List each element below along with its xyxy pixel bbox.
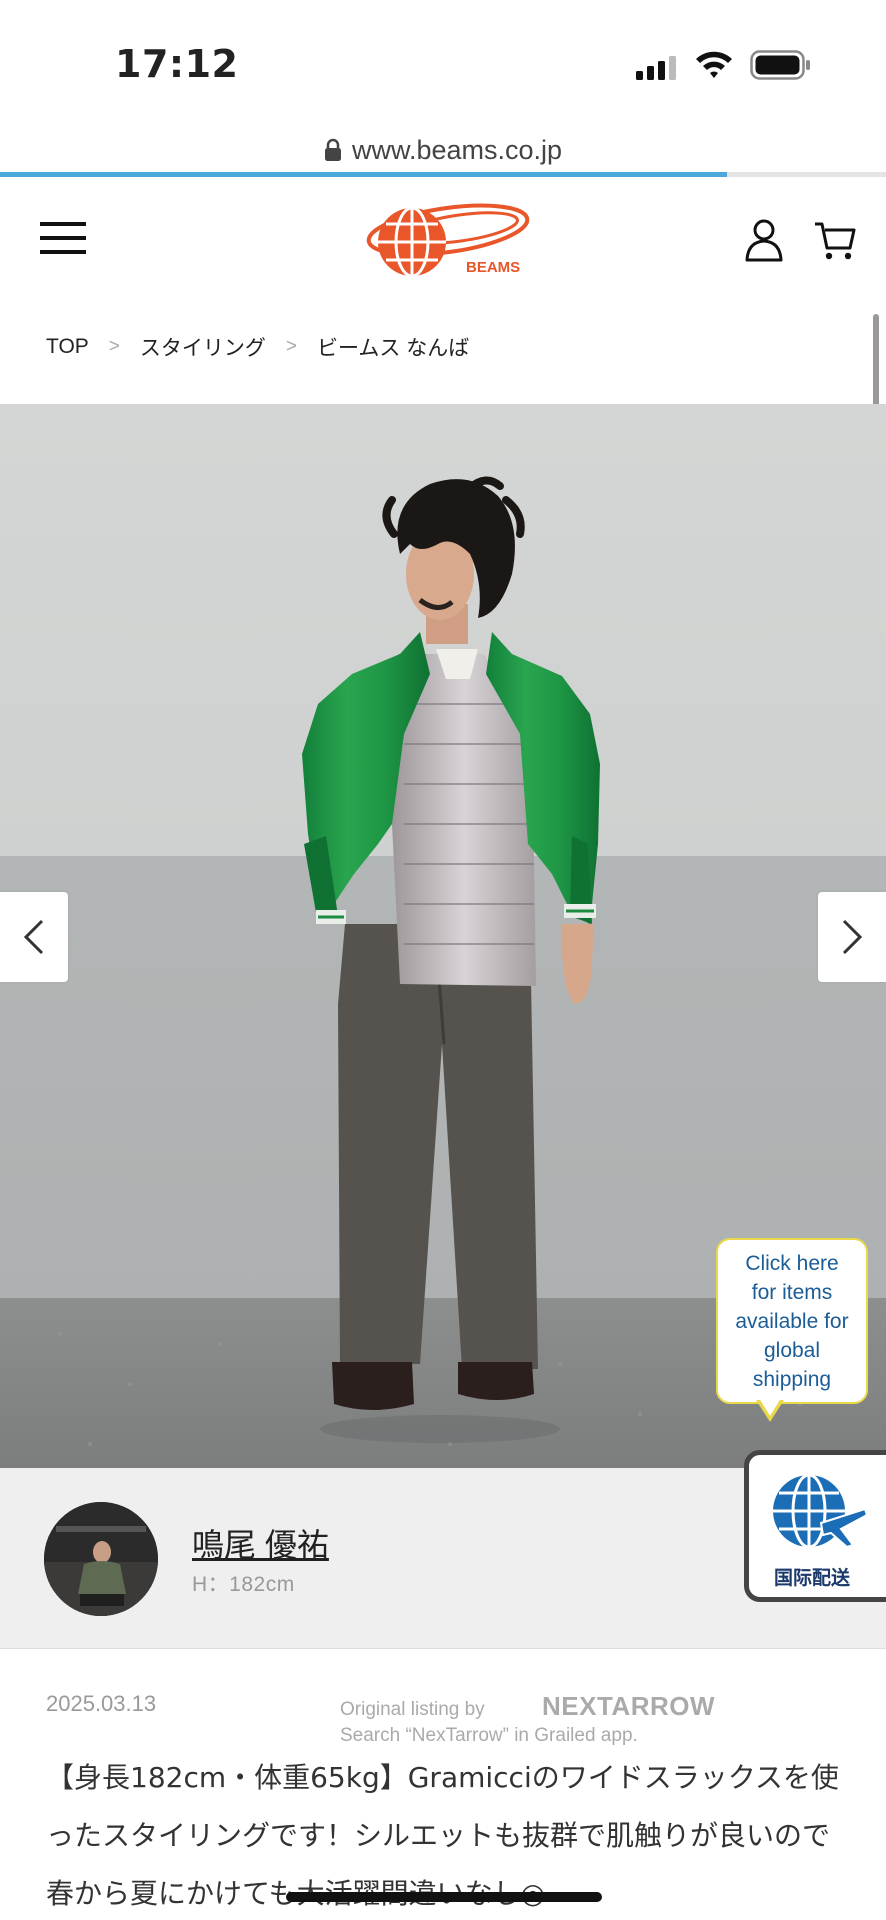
watermark-brand: NEXTARROW	[542, 1691, 716, 1721]
lock-icon	[324, 138, 341, 161]
staff-height: H：182cm	[192, 1573, 295, 1596]
slide-prev-button[interactable]	[0, 892, 68, 982]
breadcrumb: TOP > スタイリング > ビームス なんば	[46, 330, 469, 364]
page-load-progress	[0, 172, 886, 177]
watermark-line1: Original listing by	[340, 1699, 485, 1720]
staff-name[interactable]: 鳴尾 優祐	[192, 1520, 329, 1566]
breadcrumb-separator: >	[108, 336, 120, 357]
styling-post: 2025.03.13 Original listing by NEXTARROW…	[0, 1648, 886, 1920]
address-bar[interactable]: www.beams.co.jp	[0, 126, 886, 174]
wifi-icon	[696, 51, 732, 78]
global-shipping-text: Click here for items available for globa…	[735, 1251, 849, 1391]
global-shipping-bubble[interactable]: Click here for items available for globa…	[716, 1238, 868, 1404]
post-date: 2025.03.13	[46, 1691, 157, 1716]
user-icon[interactable]	[744, 218, 784, 262]
home-indicator[interactable]	[286, 1892, 602, 1902]
status-bar: 17:12	[0, 0, 886, 120]
avatar-image	[44, 1502, 158, 1616]
menu-icon[interactable]	[40, 218, 86, 258]
chevron-right-icon	[842, 919, 863, 955]
slide-next-button[interactable]	[818, 892, 886, 982]
site-header: BEAMS	[0, 178, 886, 304]
globe-airplane-icon	[773, 1473, 869, 1549]
avatar[interactable]	[44, 1502, 158, 1616]
global-shipping-bubble-tail	[756, 1398, 784, 1422]
cellular-signal-icon	[636, 56, 676, 80]
global-shipping-badge[interactable]: 国际配送	[744, 1450, 886, 1602]
page-load-progress-fill	[0, 172, 727, 177]
battery-icon	[750, 50, 810, 80]
global-shipping-label: 国际配送	[773, 1567, 850, 1589]
beams-logo[interactable]: BEAMS	[360, 200, 530, 282]
breadcrumb-styling[interactable]: スタイリング	[140, 332, 266, 362]
url-text[interactable]: www.beams.co.jp	[352, 135, 562, 166]
watermark-line2: Search “NexTarrow” in Grailed app.	[340, 1725, 638, 1746]
breadcrumb-store: ビームス なんば	[317, 337, 470, 360]
logo-text: BEAMS	[466, 259, 520, 276]
status-time: 17:12	[115, 42, 239, 86]
breadcrumb-separator: >	[285, 336, 298, 357]
cart-icon[interactable]	[814, 220, 856, 262]
chevron-left-icon	[23, 919, 44, 955]
breadcrumb-top[interactable]: TOP	[46, 335, 89, 359]
